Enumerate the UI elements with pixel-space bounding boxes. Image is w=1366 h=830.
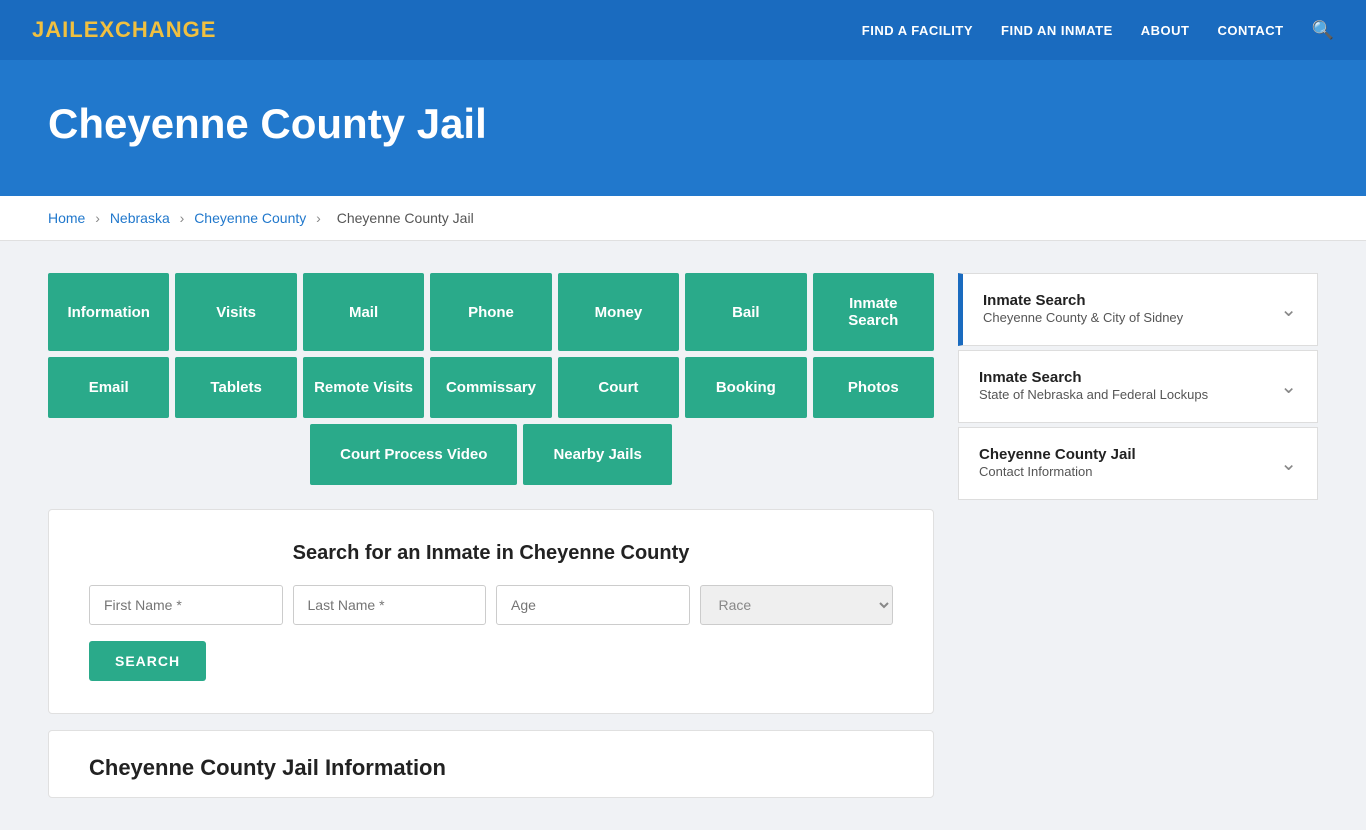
chevron-down-icon-1: ⌄ [1280, 297, 1297, 322]
btn-phone[interactable]: Phone [430, 273, 551, 351]
search-button[interactable]: SEARCH [89, 641, 206, 681]
first-name-input[interactable] [89, 585, 283, 625]
sidebar-item-2-subtitle: State of Nebraska and Federal Lockups [979, 387, 1208, 402]
navbar: JAILEXCHANGE FIND A FACILITY FIND AN INM… [0, 0, 1366, 60]
sidebar-item-3-subtitle: Contact Information [979, 464, 1092, 479]
btn-email[interactable]: Email [48, 357, 169, 418]
search-fields: Race White Black Hispanic Asian Other [89, 585, 893, 625]
btn-commissary[interactable]: Commissary [430, 357, 551, 418]
age-input[interactable] [496, 585, 690, 625]
search-card: Search for an Inmate in Cheyenne County … [48, 509, 934, 714]
sidebar-item-2-title: Inmate Search [979, 369, 1208, 386]
nav-about[interactable]: ABOUT [1141, 23, 1190, 38]
left-column: Information Visits Mail Phone Money Bail… [48, 273, 934, 798]
breadcrumb-home[interactable]: Home [48, 210, 85, 226]
breadcrumb: Home › Nebraska › Cheyenne County › Chey… [0, 196, 1366, 241]
hero-section: Cheyenne County Jail [0, 60, 1366, 196]
nav-find-facility[interactable]: FIND A FACILITY [862, 23, 973, 38]
logo-exchange: EXCHANGE [84, 17, 217, 42]
breadcrumb-sep-1: › [95, 210, 100, 226]
nav-links: FIND A FACILITY FIND AN INMATE ABOUT CON… [862, 20, 1334, 41]
button-row-1: Information Visits Mail Phone Money Bail… [48, 273, 934, 351]
btn-bail[interactable]: Bail [685, 273, 806, 351]
sidebar-item-2[interactable]: Inmate Search State of Nebraska and Fede… [958, 350, 1318, 423]
btn-money[interactable]: Money [558, 273, 679, 351]
right-sidebar: Inmate Search Cheyenne County & City of … [958, 273, 1318, 504]
button-row-2: Email Tablets Remote Visits Commissary C… [48, 357, 934, 418]
breadcrumb-current: Cheyenne County Jail [337, 210, 474, 226]
sidebar-item-1-title: Inmate Search [983, 292, 1183, 309]
bottom-section: Cheyenne County Jail Information [48, 730, 934, 798]
logo-jail: JAIL [32, 17, 84, 42]
page-title: Cheyenne County Jail [48, 100, 1318, 148]
btn-inmate-search[interactable]: Inmate Search [813, 273, 934, 351]
breadcrumb-sep-2: › [180, 210, 185, 226]
btn-nearby-jails[interactable]: Nearby Jails [523, 424, 671, 485]
site-logo[interactable]: JAILEXCHANGE [32, 17, 216, 43]
sidebar-item-3-title: Cheyenne County Jail [979, 446, 1136, 463]
chevron-down-icon-2: ⌄ [1280, 374, 1297, 399]
btn-tablets[interactable]: Tablets [175, 357, 296, 418]
nav-find-inmate[interactable]: FIND AN INMATE [1001, 23, 1113, 38]
btn-mail[interactable]: Mail [303, 273, 424, 351]
btn-court[interactable]: Court [558, 357, 679, 418]
btn-photos[interactable]: Photos [813, 357, 934, 418]
sidebar-item-3[interactable]: Cheyenne County Jail Contact Information… [958, 427, 1318, 500]
btn-booking[interactable]: Booking [685, 357, 806, 418]
sidebar-item-1-subtitle: Cheyenne County & City of Sidney [983, 310, 1183, 325]
breadcrumb-nebraska[interactable]: Nebraska [110, 210, 170, 226]
btn-court-process-video[interactable]: Court Process Video [310, 424, 517, 485]
breadcrumb-sep-3: › [316, 210, 321, 226]
button-row-3: Court Process Video Nearby Jails [48, 424, 934, 485]
btn-visits[interactable]: Visits [175, 273, 296, 351]
last-name-input[interactable] [293, 585, 487, 625]
race-select[interactable]: Race White Black Hispanic Asian Other [700, 585, 894, 625]
btn-information[interactable]: Information [48, 273, 169, 351]
bottom-heading-title: Cheyenne County Jail Information [89, 755, 893, 781]
btn-remote-visits[interactable]: Remote Visits [303, 357, 424, 418]
nav-search-icon[interactable]: 🔍 [1312, 20, 1334, 41]
search-title: Search for an Inmate in Cheyenne County [89, 542, 893, 565]
main-content: Information Visits Mail Phone Money Bail… [0, 241, 1366, 830]
nav-contact[interactable]: CONTACT [1217, 23, 1283, 38]
sidebar-item-1[interactable]: Inmate Search Cheyenne County & City of … [958, 273, 1318, 346]
chevron-down-icon-3: ⌄ [1280, 451, 1297, 476]
breadcrumb-cheyenne-county[interactable]: Cheyenne County [194, 210, 306, 226]
